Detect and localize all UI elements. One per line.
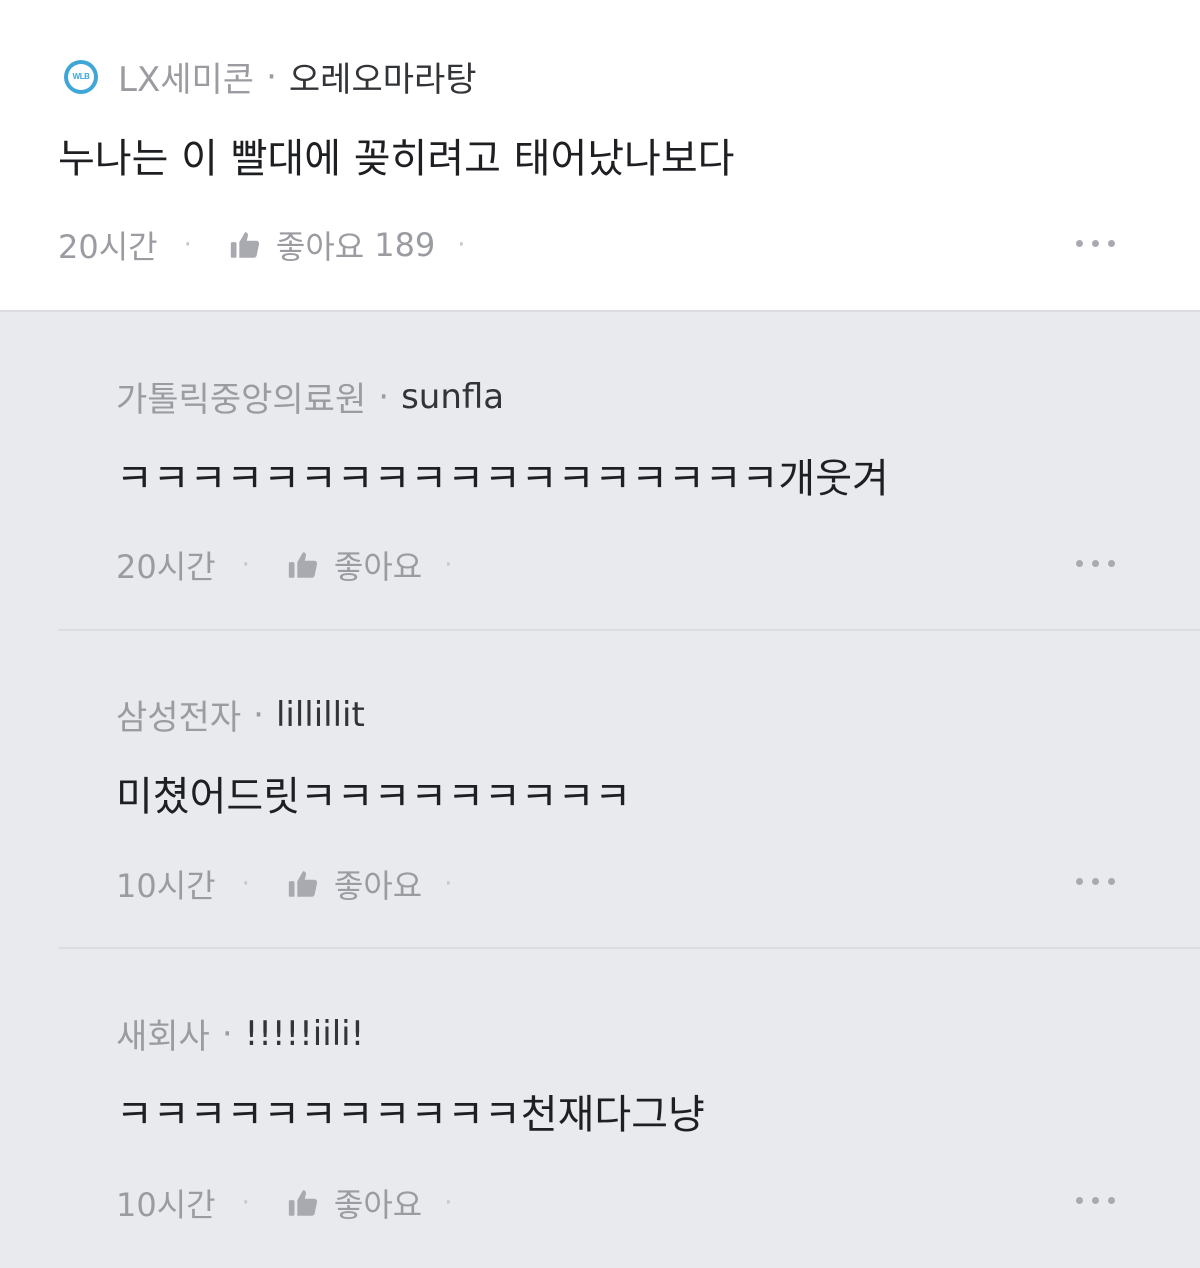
reply-meta: 20시간 · 좋아요 · bbox=[116, 542, 452, 588]
more-dot bbox=[1108, 1197, 1115, 1204]
meta-separator: · bbox=[183, 230, 192, 260]
company-name: LX세미콘 bbox=[118, 60, 255, 100]
meta-separator: · bbox=[444, 1188, 453, 1218]
more-dot bbox=[1108, 878, 1115, 885]
more-options-button[interactable] bbox=[1076, 1197, 1115, 1204]
reply-time: 10시간 bbox=[116, 867, 216, 905]
like-button[interactable]: 좋아요 bbox=[286, 861, 422, 907]
reply-meta: 10시간 · 좋아요 · bbox=[116, 1180, 452, 1226]
main-comment: WLB LX세미콘 · 오레오마라탕 누나는 이 빨대에 꽂히려고 태어났나보다… bbox=[0, 0, 1200, 312]
meta-separator: · bbox=[457, 230, 466, 260]
nickname[interactable]: lillillit bbox=[276, 695, 365, 735]
separator-dot: · bbox=[378, 376, 390, 417]
meta-separator: · bbox=[241, 1188, 250, 1218]
reply-divider bbox=[58, 629, 1200, 631]
more-dot bbox=[1108, 560, 1115, 567]
more-options-button[interactable] bbox=[1076, 240, 1115, 247]
company-name: 삼성전자 bbox=[116, 698, 242, 738]
more-dot bbox=[1092, 560, 1099, 567]
separator-dot: · bbox=[221, 1013, 233, 1054]
reply-time: 10시간 bbox=[116, 1186, 216, 1224]
meta-separator: · bbox=[241, 869, 250, 899]
more-dots-icon bbox=[1076, 560, 1083, 567]
separator-dot: · bbox=[266, 56, 277, 97]
nickname[interactable]: !!!!!iili! bbox=[245, 1014, 365, 1054]
thumbs-up-icon bbox=[230, 232, 259, 258]
like-label: 좋아요 bbox=[275, 228, 365, 266]
reply-divider bbox=[58, 947, 1200, 949]
more-dot bbox=[1092, 240, 1099, 247]
more-dots-icon bbox=[1076, 240, 1083, 247]
thumbs-up-icon bbox=[288, 871, 317, 897]
like-button[interactable]: 좋아요 189 bbox=[228, 222, 435, 268]
meta-separator: · bbox=[444, 869, 453, 899]
company-name: 가톨릭중앙의료원 bbox=[116, 380, 367, 420]
reply-text: ㅋㅋㅋㅋㅋㅋㅋㅋㅋㅋㅋ천재다그냥 bbox=[116, 1092, 705, 1138]
more-dot bbox=[1092, 1197, 1099, 1204]
comment-meta: 20시간 · 좋아요 189 · bbox=[58, 222, 466, 268]
reply-time: 20시간 bbox=[116, 548, 216, 586]
nickname[interactable]: 오레오마라탕 bbox=[289, 52, 477, 101]
more-dot bbox=[1108, 240, 1115, 247]
meta-separator: · bbox=[444, 550, 453, 580]
like-count: 189 bbox=[374, 226, 436, 264]
logo-text: WLB bbox=[68, 63, 94, 90]
reply-author: 가톨릭중앙의료원 · sunfla bbox=[116, 372, 504, 421]
nickname[interactable]: sunfla bbox=[401, 377, 504, 417]
like-button[interactable]: 좋아요 bbox=[286, 1180, 422, 1226]
more-options-button[interactable] bbox=[1076, 560, 1115, 567]
separator-dot: · bbox=[253, 694, 264, 735]
comment-text: 누나는 이 빨대에 꽂히려고 태어났나보다 bbox=[58, 136, 735, 182]
like-label: 좋아요 bbox=[333, 867, 423, 905]
like-label: 좋아요 bbox=[333, 1186, 423, 1224]
more-dots-icon bbox=[1076, 1197, 1083, 1204]
meta-separator: · bbox=[241, 550, 250, 580]
reply-text: ㅋㅋㅋㅋㅋㅋㅋㅋㅋㅋㅋㅋㅋㅋㅋㅋㅋㅋ개웃겨 bbox=[116, 456, 889, 502]
company-name: 새회사 bbox=[116, 1017, 210, 1057]
reply-author: 삼성전자 · lillillit bbox=[116, 690, 365, 739]
more-dots-icon bbox=[1076, 878, 1083, 885]
comment-time: 20시간 bbox=[58, 228, 158, 266]
reply-author: 새회사 · !!!!!iili! bbox=[116, 1009, 364, 1058]
more-dot bbox=[1092, 878, 1099, 885]
reply-text: 미쳤어드릿ㅋㅋㅋㅋㅋㅋㅋㅋㅋ bbox=[116, 774, 632, 820]
reply-meta: 10시간 · 좋아요 · bbox=[116, 861, 452, 907]
like-label: 좋아요 bbox=[333, 548, 423, 586]
main-comment-author: WLB LX세미콘 · 오레오마라탕 bbox=[64, 52, 477, 101]
more-options-button[interactable] bbox=[1076, 878, 1115, 885]
thumbs-up-icon bbox=[288, 1190, 317, 1216]
wlb-logo-icon: WLB bbox=[64, 59, 98, 94]
like-button[interactable]: 좋아요 bbox=[286, 542, 422, 588]
thumbs-up-icon bbox=[288, 552, 317, 578]
